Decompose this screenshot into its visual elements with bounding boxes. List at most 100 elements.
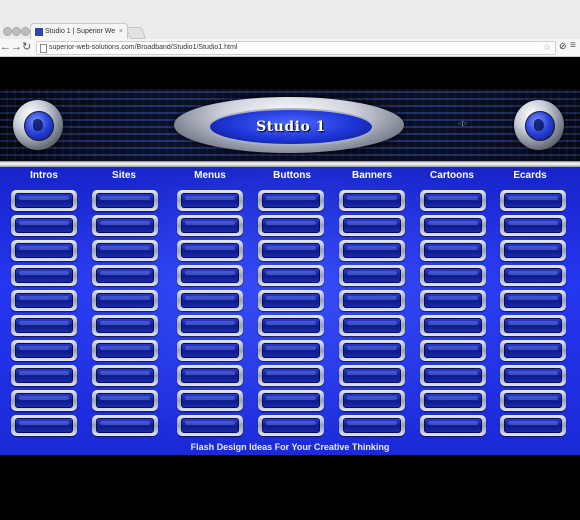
reload-icon[interactable]: ↻ [22, 40, 31, 54]
slot-button[interactable] [420, 340, 486, 361]
slot-button[interactable] [420, 390, 486, 411]
slot-button[interactable] [92, 240, 158, 261]
slot-button[interactable] [258, 265, 324, 286]
slot-button[interactable] [339, 365, 405, 386]
category-label-banners[interactable]: Banners [332, 170, 412, 181]
slot-button[interactable] [92, 365, 158, 386]
slot-button[interactable] [11, 390, 77, 411]
slot-button[interactable] [177, 265, 243, 286]
minimize-window-button[interactable] [12, 27, 21, 36]
slot-button[interactable] [420, 365, 486, 386]
slot-button[interactable] [500, 190, 566, 211]
slot-button[interactable] [92, 215, 158, 236]
slot-button[interactable] [258, 215, 324, 236]
slot-button[interactable] [11, 190, 77, 211]
slot-button[interactable] [11, 415, 77, 436]
back-icon[interactable]: ← [0, 40, 11, 54]
slot-button[interactable] [500, 215, 566, 236]
slot-button[interactable] [11, 290, 77, 311]
category-label-sites[interactable]: Sites [84, 170, 164, 181]
close-window-button[interactable] [3, 27, 12, 36]
slot-button[interactable] [500, 290, 566, 311]
slot-button[interactable] [11, 265, 77, 286]
slot-button[interactable] [92, 265, 158, 286]
slot-button[interactable] [92, 290, 158, 311]
slot-button[interactable] [420, 190, 486, 211]
slot-button[interactable] [339, 340, 405, 361]
slot-button[interactable] [339, 240, 405, 261]
category-label-ecards[interactable]: Ecards [490, 170, 570, 181]
slot-button[interactable] [258, 390, 324, 411]
slot-button[interactable] [339, 315, 405, 336]
slot-button[interactable] [420, 290, 486, 311]
category-label-menus[interactable]: Menus [170, 170, 250, 181]
slot-button[interactable] [177, 190, 243, 211]
column-cartoons [420, 190, 486, 440]
slot-button-face [343, 343, 401, 358]
slot-button[interactable] [258, 190, 324, 211]
slot-button[interactable] [177, 290, 243, 311]
studio-logo[interactable]: Studio 1 [174, 97, 404, 153]
slot-button[interactable] [500, 340, 566, 361]
bookmark-star-icon[interactable]: ☆ [543, 41, 551, 53]
slot-button[interactable] [11, 340, 77, 361]
slot-button-face [181, 418, 239, 433]
slot-button[interactable] [258, 340, 324, 361]
slot-button[interactable] [420, 240, 486, 261]
audio-icon[interactable]: ◁▷ [458, 120, 467, 127]
browser-menu-icon[interactable]: ≡ [570, 40, 576, 51]
slot-button[interactable] [177, 415, 243, 436]
forward-icon[interactable]: → [11, 40, 22, 54]
slot-button[interactable] [177, 215, 243, 236]
slot-button-face [96, 293, 154, 308]
tab-close-icon[interactable]: × [119, 24, 123, 40]
slot-button[interactable] [92, 390, 158, 411]
category-label-cartoons[interactable]: Cartoons [412, 170, 492, 181]
address-bar[interactable]: superior-web-solutions.com/Broadband/Stu… [36, 41, 556, 55]
slot-button[interactable] [92, 340, 158, 361]
left-globe-orb[interactable] [13, 100, 63, 150]
slot-button[interactable] [177, 240, 243, 261]
slot-button[interactable] [500, 315, 566, 336]
slot-button[interactable] [500, 265, 566, 286]
slot-button[interactable] [177, 390, 243, 411]
slot-button[interactable] [339, 265, 405, 286]
slot-button[interactable] [11, 215, 77, 236]
slot-button[interactable] [420, 415, 486, 436]
slot-button[interactable] [500, 415, 566, 436]
slot-button[interactable] [339, 415, 405, 436]
slot-button[interactable] [500, 365, 566, 386]
slot-button[interactable] [420, 215, 486, 236]
slot-button[interactable] [500, 390, 566, 411]
slot-button-face [343, 243, 401, 258]
slot-button[interactable] [258, 365, 324, 386]
slot-button[interactable] [420, 265, 486, 286]
category-label-buttons[interactable]: Buttons [252, 170, 332, 181]
slot-button[interactable] [258, 315, 324, 336]
slot-button[interactable] [11, 365, 77, 386]
slot-button[interactable] [339, 190, 405, 211]
slot-button[interactable] [92, 415, 158, 436]
slot-button[interactable] [177, 315, 243, 336]
slot-button[interactable] [92, 315, 158, 336]
slot-button[interactable] [92, 190, 158, 211]
slot-button[interactable] [258, 290, 324, 311]
extension-icon[interactable]: ⊘ [559, 41, 567, 52]
category-label-intros[interactable]: Intros [4, 170, 84, 181]
right-globe-orb[interactable] [514, 100, 564, 150]
slot-button[interactable] [177, 340, 243, 361]
slot-button[interactable] [339, 390, 405, 411]
maximize-window-button[interactable] [21, 27, 30, 36]
slot-button[interactable] [11, 315, 77, 336]
slot-button[interactable] [177, 365, 243, 386]
slot-button[interactable] [339, 215, 405, 236]
slot-button[interactable] [339, 290, 405, 311]
slot-button[interactable] [500, 240, 566, 261]
browser-tab[interactable]: Studio 1 | Superior Web So × [30, 23, 128, 40]
slot-button[interactable] [420, 315, 486, 336]
url-text[interactable]: superior-web-solutions.com/Broadband/Stu… [49, 42, 237, 54]
slot-button[interactable] [258, 240, 324, 261]
new-tab-button[interactable] [126, 27, 146, 39]
slot-button[interactable] [11, 240, 77, 261]
slot-button[interactable] [258, 415, 324, 436]
